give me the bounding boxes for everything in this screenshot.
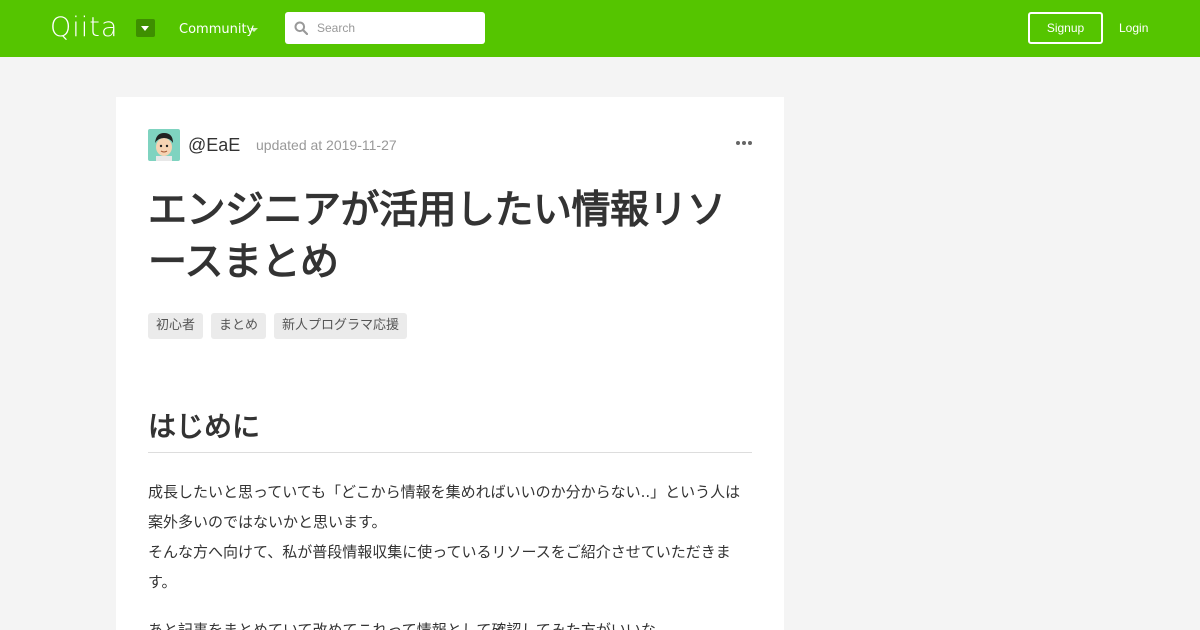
body-paragraph-partial: あと記事をまとめていて改めてこれって情報として確認してみた方がいいな bbox=[148, 621, 656, 630]
user-avatar-image bbox=[148, 129, 180, 161]
search-box[interactable] bbox=[285, 12, 485, 44]
article-title: エンジニアが活用したい情報リソースまとめ bbox=[148, 188, 726, 285]
caret-down-icon[interactable] bbox=[136, 19, 155, 37]
top-navbar: Qiita Community Signup Login bbox=[0, 0, 1200, 57]
updated-date: updated at 2019-11-27 bbox=[256, 137, 397, 153]
body-paragraph: そんな方へ向けて、私が普段情報収集に使っているリソースをご紹介させていただきます… bbox=[148, 543, 731, 591]
tag-item[interactable]: 初心者 bbox=[148, 313, 204, 339]
tag-list: 初心者 まとめ 新人プログラマ応援 bbox=[148, 313, 408, 339]
section-heading: はじめに bbox=[148, 403, 752, 453]
community-caret-icon[interactable] bbox=[250, 28, 258, 32]
tag-item[interactable]: まとめ bbox=[211, 313, 267, 339]
signup-button[interactable]: Signup bbox=[1028, 12, 1103, 44]
search-input[interactable] bbox=[317, 18, 477, 38]
body-paragraph: 成長したいと思っていても「どこから情報を集めればいいのか分からない..」という人… bbox=[148, 483, 741, 531]
qiita-logo[interactable]: Qiita bbox=[50, 14, 118, 42]
community-menu-label[interactable]: Community bbox=[179, 22, 254, 38]
tag-item[interactable]: 新人プログラマ応援 bbox=[274, 313, 408, 339]
login-link[interactable]: Login bbox=[1119, 20, 1148, 36]
article-card: @EaE updated at 2019-11-27 エンジニアが活用したい情報… bbox=[116, 97, 784, 630]
article-body: 成長したいと思っていても「どこから情報を集めればいいのか分からない..」という人… bbox=[148, 477, 752, 597]
avatar[interactable] bbox=[148, 129, 180, 161]
ellipsis-icon[interactable] bbox=[736, 139, 752, 147]
author-username[interactable]: @EaE bbox=[188, 134, 240, 156]
search-icon bbox=[294, 21, 308, 35]
